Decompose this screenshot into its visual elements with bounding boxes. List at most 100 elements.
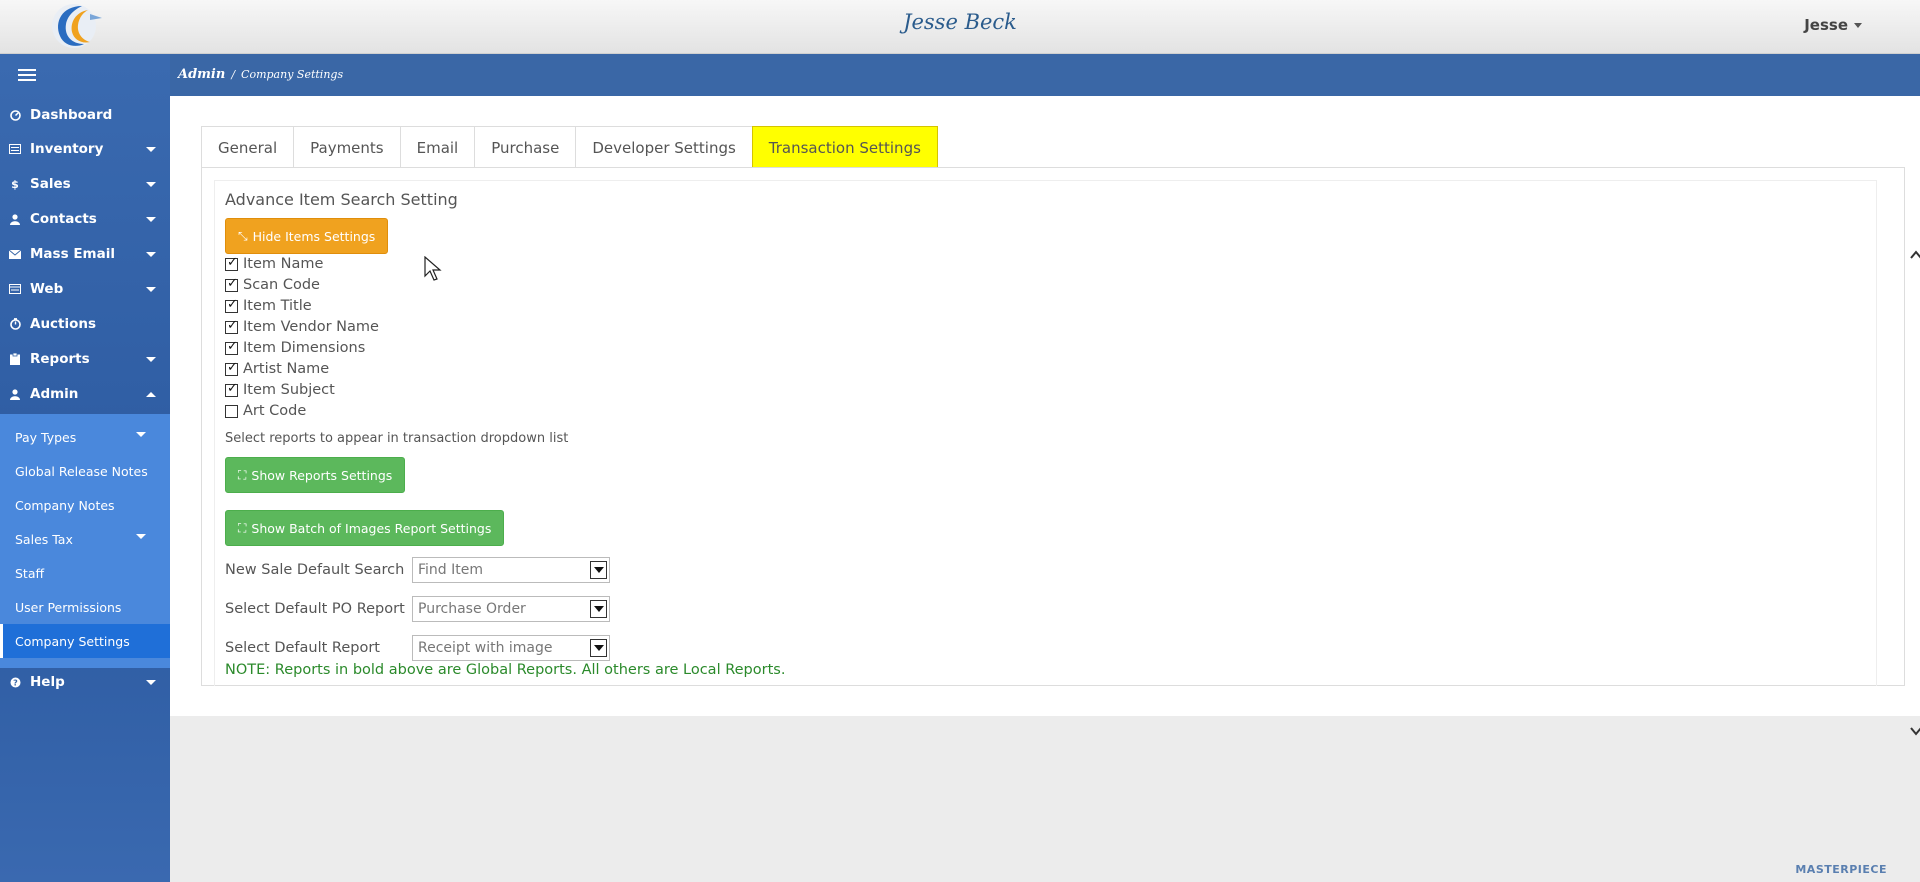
tab-developer-settings[interactable]: Developer Settings [575,126,753,168]
sidebar-item-web[interactable]: Web [0,274,170,304]
main-content: General Payments Email Purchase Develope… [170,96,1920,736]
sidebar-item-admin[interactable]: Admin [0,379,170,409]
tab-email[interactable]: Email [399,126,476,168]
checkbox[interactable] [225,381,238,397]
chevron-down-icon [146,252,156,257]
reports-hint: Select reports to appear in transaction … [225,431,569,446]
sidebar-item-mass-email[interactable]: Mass Email [0,239,170,269]
default-po-report-row: Select Default PO Report Purchase Order [225,596,610,622]
checkbox[interactable] [225,297,238,313]
checkbox[interactable] [225,339,238,355]
breadcrumb-bar: Admin / Company Settings [170,54,1920,96]
dashboard-icon [9,109,21,121]
sidebar-item-reports[interactable]: Reports [0,344,170,374]
select-value: Receipt with image [418,640,553,656]
sidebar-item-label: User Permissions [15,599,122,615]
checkbox[interactable] [225,318,238,334]
checkbox-label: Item Subject [243,382,335,398]
sidebar-item-contacts[interactable]: Contacts [0,204,170,234]
sidebar-item-label: Global Release Notes [15,463,148,479]
scroll-up-icon[interactable] [1909,248,1920,262]
sidebar-item-label: Mass Email [30,246,115,262]
show-batch-images-report-settings-button[interactable]: ⛶ Show Batch of Images Report Settings [225,510,505,546]
scroll-down-icon[interactable] [1909,724,1920,738]
sidebar-item-global-release-notes[interactable]: Global Release Notes [0,454,170,488]
default-po-report-select[interactable]: Purchase Order [412,596,610,622]
checkbox-label: Scan Code [243,277,320,293]
checkbox[interactable] [225,404,238,418]
sidebar-item-label: Web [30,281,64,297]
sidebar-item-label: Sales [30,176,71,192]
sidebar-item-user-permissions[interactable]: User Permissions [0,590,170,624]
sidebar-item-auctions[interactable]: Auctions [0,309,170,339]
checkbox[interactable] [225,255,238,271]
sidebar-item-staff[interactable]: Staff [0,556,170,590]
sidebar-item-label: Inventory [30,141,104,157]
checkbox[interactable] [225,276,238,292]
sidebar-item-pay-types[interactable]: Pay Types [0,420,170,454]
sidebar-item-label: Sales Tax [15,531,73,547]
sidebar-item-label: Contacts [30,211,97,227]
caret-down-icon [1854,23,1862,28]
sidebar-item-label: Dashboard [30,107,113,123]
breadcrumb-admin[interactable]: Admin [178,67,225,82]
tab-transaction-settings[interactable]: Transaction Settings [751,126,938,168]
user-name: Jesse [1804,16,1848,34]
button-label: Show Batch of Images Report Settings [251,520,492,536]
tab-purchase[interactable]: Purchase [474,126,577,168]
sidebar-item-company-notes[interactable]: Company Notes [0,488,170,522]
settings-tabs: General Payments Email Purchase Develope… [201,126,938,168]
button-label: Show Reports Settings [251,467,393,483]
chevron-down-icon [146,287,156,292]
checkbox-label: Item Dimensions [243,340,366,356]
inventory-icon [9,143,21,155]
field-label: Select Default PO Report [225,601,405,617]
checkbox-label: Item Vendor Name [243,319,379,335]
checkbox-art-code[interactable]: Art Code [225,401,306,421]
new-sale-default-search-select[interactable]: Find Item [412,557,610,583]
breadcrumb-separator: / [231,68,236,81]
default-report-row: Select Default Report Receipt with image [225,635,610,661]
compress-icon: ⤡ [238,228,248,243]
sidebar-item-sales-tax[interactable]: Sales Tax [0,522,170,556]
sidebar-item-company-settings[interactable]: Company Settings [0,624,170,658]
checkbox-item-title[interactable]: Item Title [225,296,312,316]
checkbox-scan-code[interactable]: Scan Code [225,275,320,295]
checkbox-label: Item Name [243,256,324,272]
sidebar-item-inventory[interactable]: Inventory [0,134,170,164]
show-reports-settings-button[interactable]: ⛶ Show Reports Settings [225,457,406,493]
checkbox[interactable] [225,360,238,376]
new-sale-default-search-row: New Sale Default Search Find Item [225,557,610,583]
dollar-icon: $ [11,177,19,191]
chevron-down-icon [146,680,156,685]
user-menu[interactable]: Jesse [1804,16,1862,34]
button-label: Hide Items Settings [252,228,376,244]
checkbox-item-vendor-name[interactable]: Item Vendor Name [225,317,379,337]
timer-icon [9,318,21,330]
tab-payments[interactable]: Payments [293,126,401,168]
web-icon [9,283,21,295]
tab-general[interactable]: General [201,126,295,168]
section-title: Advance Item Search Setting [225,190,458,209]
mouse-pointer-icon [424,255,442,287]
user-icon [9,213,21,225]
question-icon: ? [9,676,21,688]
sidebar-item-sales[interactable]: $ Sales [0,169,170,199]
checkbox-item-dimensions[interactable]: Item Dimensions [225,338,365,358]
sidebar-item-label: Company Notes [15,497,115,513]
sidebar-item-help[interactable]: ? Help [0,667,170,697]
checkbox-artist-name[interactable]: Artist Name [225,359,329,379]
sidebar-item-dashboard[interactable]: Dashboard [0,100,170,130]
checkbox-label: Item Title [243,298,312,314]
sidebar-item-label: Pay Types [15,429,77,445]
default-report-select[interactable]: Receipt with image [412,635,610,661]
checkbox-item-name[interactable]: Item Name [225,254,323,274]
chevron-down-icon [146,147,156,152]
breadcrumb: Admin / Company Settings [178,67,343,82]
global-reports-note: NOTE: Reports in bold above are Global R… [225,662,786,678]
checkbox-item-subject[interactable]: Item Subject [225,380,335,400]
hide-items-settings-button[interactable]: ⤡ Hide Items Settings [225,218,389,254]
envelope-icon [9,248,21,260]
clipboard-icon [9,353,21,365]
hamburger-menu-icon[interactable] [18,69,36,84]
